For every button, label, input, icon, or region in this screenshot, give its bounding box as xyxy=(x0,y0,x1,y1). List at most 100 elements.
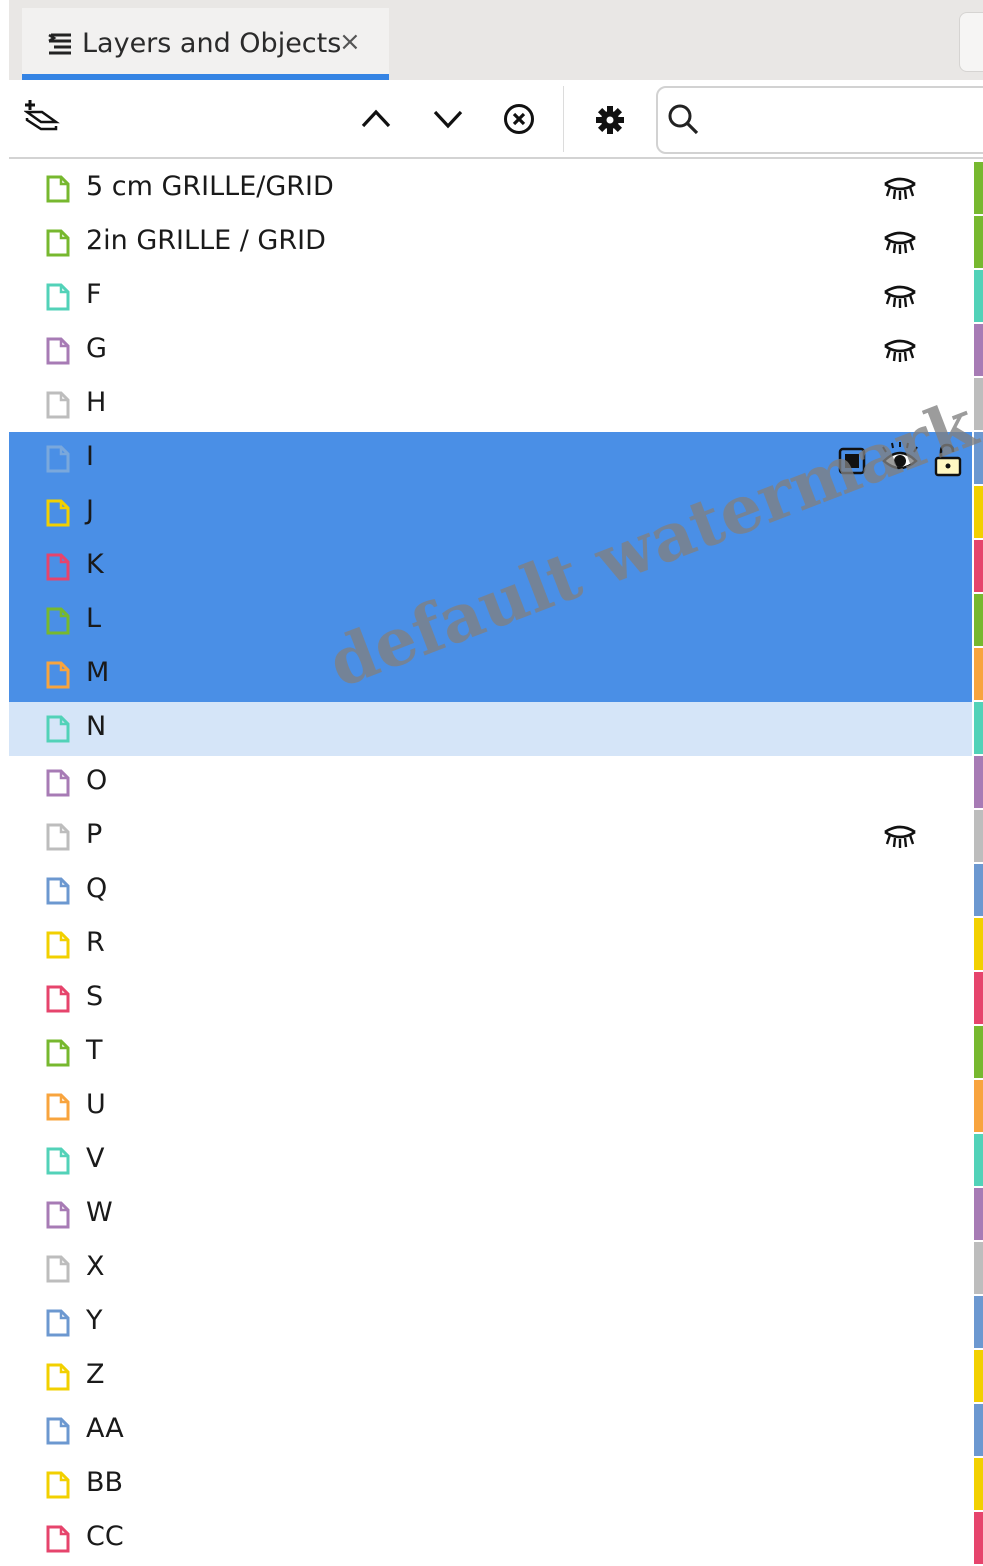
layer-name: K xyxy=(86,549,104,580)
layer-color-tag[interactable] xyxy=(974,162,983,214)
toolbar-divider xyxy=(9,157,983,159)
eye-closed-icon[interactable] xyxy=(882,284,918,314)
layer-row-background xyxy=(9,1080,972,1134)
layer-row[interactable]: AA xyxy=(0,1404,983,1458)
layer-name: O xyxy=(86,765,108,796)
layer-name: S xyxy=(86,981,104,1012)
layer-row[interactable]: R xyxy=(0,918,983,972)
layer-color-tag[interactable] xyxy=(974,1026,983,1078)
layer-name: 2in GRILLE / GRID xyxy=(86,225,326,256)
layer-name: BB xyxy=(86,1467,124,1498)
layer-row[interactable]: O xyxy=(0,756,983,810)
layer-color-tag[interactable] xyxy=(974,1296,983,1348)
layer-row[interactable]: J xyxy=(0,486,983,540)
layer-document-icon xyxy=(46,823,70,855)
layer-document-icon xyxy=(46,931,70,963)
tab-bar-left-edge xyxy=(0,0,9,80)
layer-color-tag[interactable] xyxy=(974,810,983,862)
layer-color-tag[interactable] xyxy=(974,594,983,646)
layer-row[interactable]: 5 cm GRILLE/GRID xyxy=(0,162,983,216)
layer-row-background xyxy=(9,540,972,594)
layer-name: V xyxy=(86,1143,105,1174)
tab-overflow-menu-button[interactable] xyxy=(959,12,983,72)
gear-icon xyxy=(596,106,624,134)
layer-row[interactable]: CC xyxy=(0,1512,983,1566)
layer-color-tag[interactable] xyxy=(974,864,983,916)
eye-closed-icon[interactable] xyxy=(882,176,918,206)
layer-name: Q xyxy=(86,873,108,904)
layer-document-icon xyxy=(46,1363,70,1395)
layer-color-tag[interactable] xyxy=(974,1080,983,1132)
layer-row[interactable]: I xyxy=(0,432,983,486)
layer-name: AA xyxy=(86,1413,124,1444)
layer-row[interactable]: F xyxy=(0,270,983,324)
layer-row[interactable]: G xyxy=(0,324,983,378)
layer-color-tag[interactable] xyxy=(974,1350,983,1402)
layer-row[interactable]: S xyxy=(0,972,983,1026)
layer-document-icon xyxy=(46,1525,70,1557)
layer-row[interactable]: V xyxy=(0,1134,983,1188)
layer-color-tag[interactable] xyxy=(974,486,983,538)
panel-tab-bar: Layers and Objects × xyxy=(0,0,983,80)
layer-document-icon xyxy=(46,661,70,693)
tab-title: Layers and Objects xyxy=(82,28,342,59)
layer-row[interactable]: 2in GRILLE / GRID xyxy=(0,216,983,270)
layer-color-tag[interactable] xyxy=(974,1458,983,1510)
layer-row[interactable]: Q xyxy=(0,864,983,918)
layer-color-tag[interactable] xyxy=(974,1404,983,1456)
layer-row[interactable]: Z xyxy=(0,1350,983,1404)
layer-row[interactable]: M xyxy=(0,648,983,702)
layer-row[interactable]: P xyxy=(0,810,983,864)
layer-row-background xyxy=(9,1242,972,1296)
layer-color-tag[interactable] xyxy=(974,1134,983,1186)
layer-document-icon xyxy=(46,1201,70,1233)
layer-row[interactable]: Y xyxy=(0,1296,983,1350)
layer-row-background xyxy=(9,432,972,486)
move-up-button[interactable] xyxy=(360,104,392,136)
layer-row[interactable]: U xyxy=(0,1080,983,1134)
layer-color-tag[interactable] xyxy=(974,432,983,484)
search-field[interactable] xyxy=(656,86,983,154)
layer-row[interactable]: N xyxy=(0,702,983,756)
layer-row[interactable]: K xyxy=(0,540,983,594)
layer-color-tag[interactable] xyxy=(974,540,983,592)
tab-close-button[interactable]: × xyxy=(339,27,361,57)
layer-color-tag[interactable] xyxy=(974,756,983,808)
layer-row-background xyxy=(9,324,972,378)
layer-name: F xyxy=(86,279,102,310)
layer-color-tag[interactable] xyxy=(974,378,983,430)
delete-button[interactable] xyxy=(502,102,536,140)
layer-document-icon xyxy=(46,391,70,423)
layer-color-tag[interactable] xyxy=(974,918,983,970)
layer-row-background xyxy=(9,594,972,648)
layer-document-icon xyxy=(46,769,70,801)
layer-color-tag[interactable] xyxy=(974,324,983,376)
eye-closed-icon[interactable] xyxy=(882,230,918,260)
layer-name: P xyxy=(86,819,103,850)
layer-visibility-lock-icons[interactable] xyxy=(836,442,966,482)
tab-layers-and-objects[interactable]: Layers and Objects × xyxy=(22,8,389,80)
eye-closed-icon[interactable] xyxy=(882,338,918,368)
add-layer-button[interactable] xyxy=(23,98,60,138)
layer-row[interactable]: W xyxy=(0,1188,983,1242)
layer-color-tag[interactable] xyxy=(974,270,983,322)
layer-document-icon xyxy=(46,553,70,585)
eye-closed-icon[interactable] xyxy=(882,824,918,854)
search-input[interactable] xyxy=(710,98,974,140)
layer-color-tag[interactable] xyxy=(974,972,983,1024)
layer-color-tag[interactable] xyxy=(974,1242,983,1294)
layer-color-tag[interactable] xyxy=(974,1188,983,1240)
layer-color-tag[interactable] xyxy=(974,1512,983,1564)
layer-name: M xyxy=(86,657,110,688)
layer-row[interactable]: H xyxy=(0,378,983,432)
move-down-button[interactable] xyxy=(432,106,464,138)
layer-row[interactable]: T xyxy=(0,1026,983,1080)
layer-color-tag[interactable] xyxy=(974,216,983,268)
layer-row[interactable]: BB xyxy=(0,1458,983,1512)
settings-button[interactable] xyxy=(594,104,626,140)
layer-color-tag[interactable] xyxy=(974,648,983,700)
layer-row[interactable]: L xyxy=(0,594,983,648)
layer-row[interactable]: X xyxy=(0,1242,983,1296)
layer-color-tag[interactable] xyxy=(974,702,983,754)
layer-document-icon xyxy=(46,607,70,639)
